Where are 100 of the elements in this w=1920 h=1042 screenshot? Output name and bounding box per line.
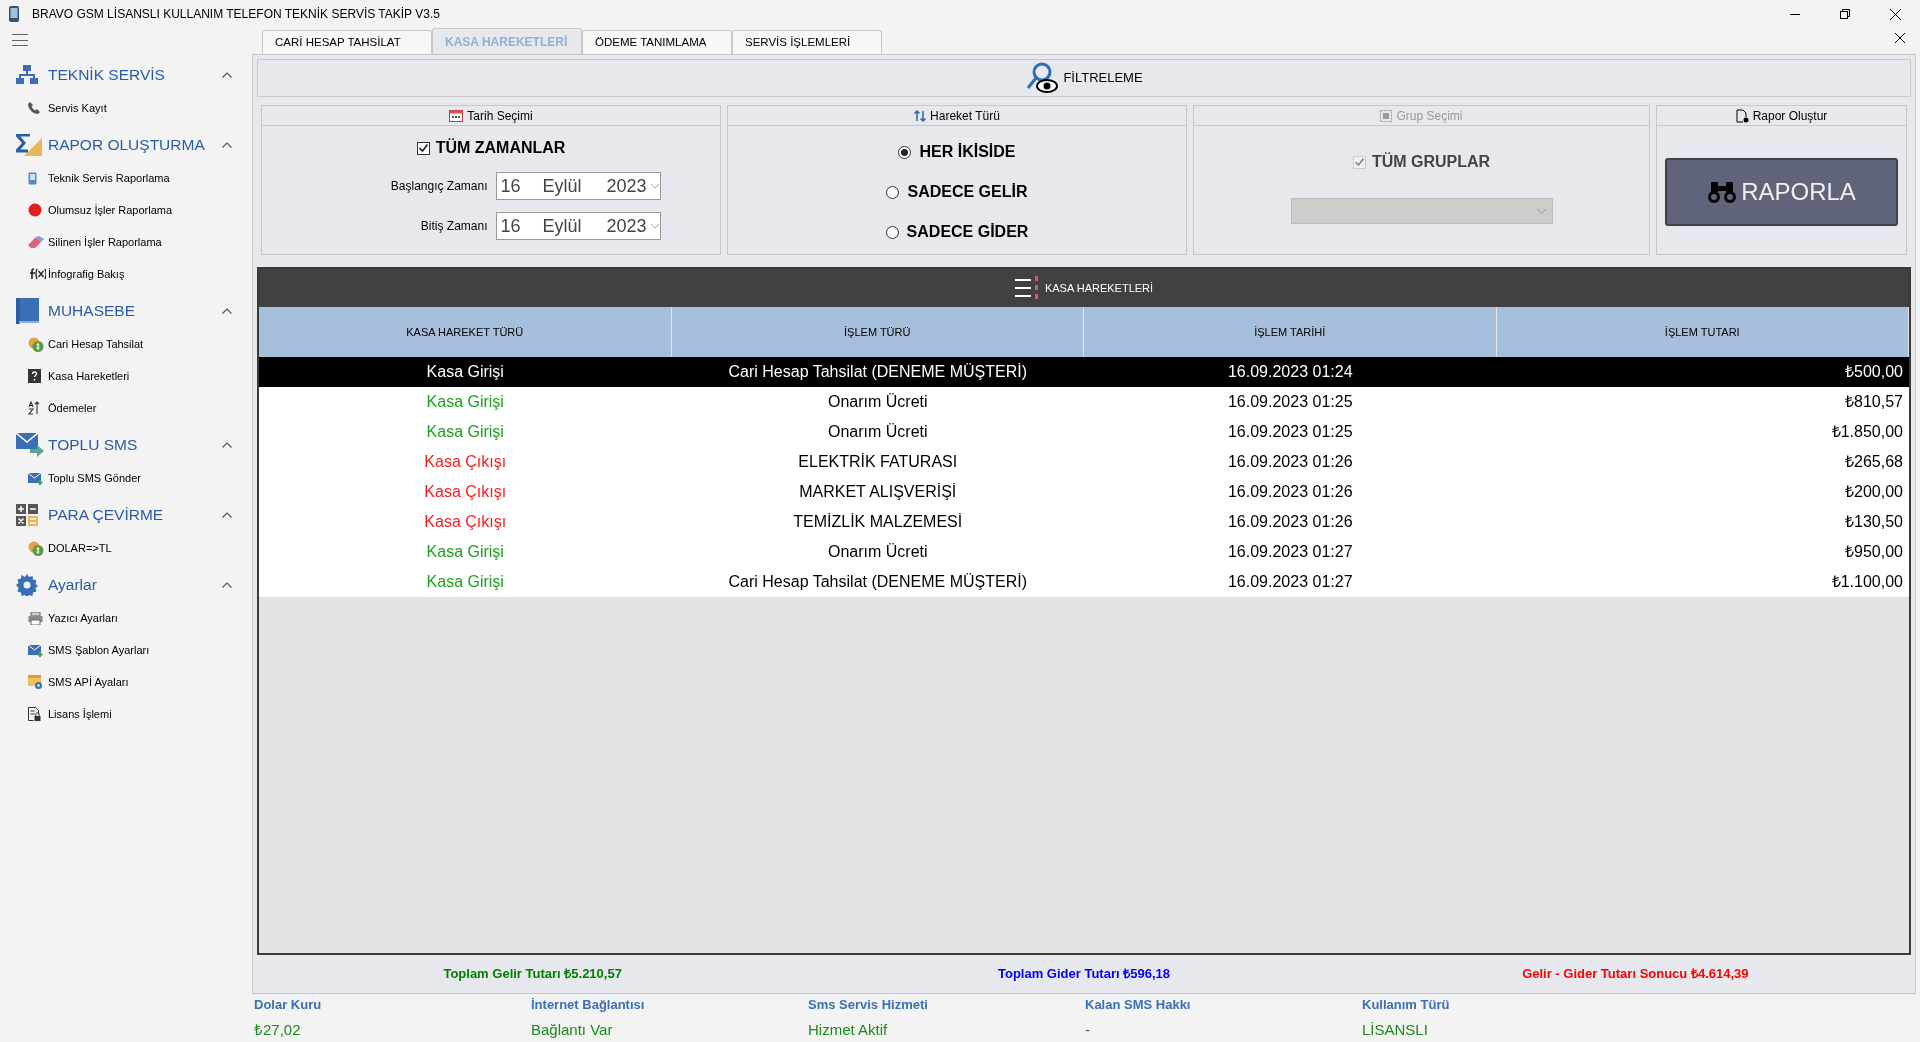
table-row[interactable]: Kasa Girişi Onarım Ücreti 16.09.2023 01:25 ₺1.850,00 — [259, 417, 1909, 447]
tab[interactable]: SERVİS İŞLEMLERİ — [732, 30, 882, 54]
column-header[interactable]: İŞLEM TARİHİ — [1084, 307, 1497, 357]
table-cell-text: ₺200,00 — [1844, 482, 1904, 502]
table-cell-text: 16.09.2023 01:24 — [1226, 362, 1354, 382]
radio-option[interactable]: SADECE GELİR — [886, 180, 1028, 204]
total-text: Toplam Gider Tutarı ₺596,18 — [998, 965, 1170, 984]
sidebar-item[interactable]: Cari Hesap Tahsilat — [0, 328, 252, 360]
sidebar-item[interactable]: Yazıcı Ayarları — [0, 602, 252, 634]
window-title: BRAVO GSM LİSANSLI KULLANIM TELEFON TEKNİK SERVİS TAKİP V3.5 — [32, 6, 440, 23]
sidebar-item[interactable]: Toplu SMS Gönder — [0, 462, 252, 494]
status-label: Kalan SMS Hakkı — [1085, 996, 1191, 1014]
table-cell-text: Kasa Girişi — [425, 422, 505, 442]
table-cell-text: 16.09.2023 01:25 — [1226, 422, 1354, 442]
table-cell-text: 16.09.2023 01:26 — [1226, 452, 1354, 472]
question-book-icon — [28, 369, 41, 383]
sidebar-item[interactable]: Teknik Servis Raporlama — [0, 162, 252, 194]
sidebar-section-header[interactable]: PARA ÇEVİRME — [0, 498, 252, 532]
table-cell-text: ₺1.100,00 — [1830, 572, 1904, 592]
all-times-checkbox[interactable]: TÜM ZAMANLAR — [416, 136, 566, 160]
numbered-list-icon — [1014, 275, 1041, 301]
close-tab-button[interactable] — [1892, 30, 1908, 46]
sort-arrows-icon — [914, 109, 927, 122]
sidebar-item[interactable]: Servis Kayıt — [0, 92, 252, 124]
tab[interactable]: ÖDEME TANIMLAMA — [582, 30, 732, 54]
document-lock-icon — [28, 707, 41, 721]
sidebar-item[interactable]: Lisans İşlemi — [0, 698, 252, 730]
status-value: Hizmet Aktif — [808, 1019, 888, 1040]
sidebar-item[interactable]: SMS APİ Ayaları — [0, 666, 252, 698]
chevron-down-icon — [650, 223, 659, 229]
chevron-down-icon — [1536, 208, 1546, 214]
close-icon — [1889, 8, 1901, 20]
column-header[interactable]: İŞLEM TÜRÜ — [671, 307, 1084, 357]
table-cell-text: 16.09.2023 01:26 — [1226, 482, 1354, 502]
table-row[interactable]: Kasa Girişi Onarım Ücreti 16.09.2023 01:25 ₺810,57 — [259, 387, 1909, 417]
coins-icon — [28, 336, 44, 352]
report-button[interactable]: RAPORLA — [1665, 158, 1898, 226]
date-picker[interactable]: 16 Eylül 2023 — [495, 212, 661, 240]
status-label: Sms Servis Hizmeti — [808, 996, 928, 1014]
group-title: Grup Seçimi — [1396, 107, 1463, 125]
function-icon — [28, 268, 46, 280]
column-header[interactable]: İŞLEM TUTARI — [1496, 307, 1909, 357]
table-cell-text: ₺1.850,00 — [1830, 422, 1904, 442]
date-picker[interactable]: 16 Eylül 2023 — [495, 172, 661, 200]
table-cell-text: 16.09.2023 01:27 — [1226, 572, 1354, 592]
table-cell-text: Kasa Girişi — [425, 392, 505, 412]
table-row[interactable]: Kasa Çıkışı TEMİZLİK MALZEMESİ 16.09.2023 01:26 ₺130,50 — [259, 507, 1909, 537]
status-label: İnternet Bağlantısı — [531, 996, 645, 1014]
sidebar-item[interactable]: İnfografig Bakış — [0, 258, 252, 290]
filter-title: FİLTRELEME — [1063, 69, 1143, 88]
table-row[interactable]: Kasa Girişi Cari Hesap Tahsilat (DENEME MÜŞTERİ) 16.09.2023 01:24 ₺500,00 — [259, 357, 1909, 387]
sidebar-item[interactable]: SMS Şablon Ayarları — [0, 634, 252, 666]
sidebar-section-header[interactable]: RAPOR OLUŞTURMA — [0, 128, 252, 162]
field-label: Başlangıç Zamanı — [389, 178, 488, 195]
table-cell-text: ₺130,50 — [1844, 512, 1904, 532]
close-icon — [1895, 33, 1905, 43]
table-row[interactable]: Kasa Çıkışı MARKET ALIŞVERİŞİ 16.09.2023 01:26 ₺200,00 — [259, 477, 1909, 507]
sidebar-item[interactable]: Kasa Hareketleri — [0, 360, 252, 392]
table-cell-text: ₺950,00 — [1844, 542, 1904, 562]
sidebar-item[interactable]: Ödemeler — [0, 392, 252, 424]
sort-az-icon — [28, 401, 40, 415]
printer-icon — [28, 611, 43, 625]
tab[interactable]: CARİ HESAP TAHSİLAT — [262, 30, 432, 54]
calendar-icon — [449, 109, 464, 122]
minimize-icon — [1790, 13, 1800, 15]
status-label: Kullanım Türü — [1362, 996, 1450, 1014]
table-cell-text: Kasa Girişi — [425, 572, 505, 592]
table-cell-text: ₺810,57 — [1844, 392, 1904, 412]
sidebar-item[interactable]: Olumsuz İşler Raporlama — [0, 194, 252, 226]
network-icon — [16, 65, 38, 85]
table-row[interactable]: Kasa Girişi Onarım Ücreti 16.09.2023 01:27 ₺950,00 — [259, 537, 1909, 567]
mobile-phone-icon — [28, 171, 37, 185]
phone-icon — [28, 102, 40, 114]
table-cell-text: Onarım Ücreti — [826, 422, 929, 442]
table-row[interactable]: Kasa Çıkışı ELEKTRİK FATURASI 16.09.2023 01:26 ₺265,68 — [259, 447, 1909, 477]
sidebar-section-header[interactable]: TOPLU SMS — [0, 428, 252, 462]
envelope-icon — [28, 471, 44, 485]
window-gear-icon — [28, 675, 43, 689]
envelope-arrow-icon — [16, 433, 44, 457]
table-row[interactable]: Kasa Girişi Cari Hesap Tahsilat (DENEME MÜŞTERİ) 16.09.2023 01:27 ₺1.100,00 — [259, 567, 1909, 597]
column-header[interactable]: KASA HAREKET TÜRÜ — [259, 307, 672, 357]
table-title: KASA HAREKETLERİ — [1044, 280, 1154, 296]
dot-icon — [28, 203, 42, 217]
sidebar-item[interactable]: DOLAR=>TL — [0, 532, 252, 564]
group-title: Tarih Seçimi — [467, 107, 533, 125]
table-cell-text: Cari Hesap Tahsilat (DENEME MÜŞTERİ) — [727, 572, 1028, 592]
table-cell-text: 16.09.2023 01:26 — [1226, 512, 1354, 532]
sidebar-section-header[interactable]: TEKNİK SERVİS — [0, 58, 252, 92]
sidebar-section-header[interactable]: MUHASEBE — [0, 294, 252, 328]
sidebar-item[interactable]: Silinen İşler Raporlama — [0, 226, 252, 258]
sidebar-section-header[interactable]: Ayarlar — [0, 568, 252, 602]
table-cell-text: Kasa Çıkışı — [423, 512, 508, 532]
status-label: Dolar Kuru — [254, 996, 322, 1014]
menu-button[interactable] — [12, 34, 28, 46]
table-cell-text: Kasa Çıkışı — [423, 452, 508, 472]
radio-option[interactable]: SADECE GİDER — [885, 220, 1029, 244]
coins-icon — [28, 540, 44, 556]
book-icon — [16, 298, 40, 324]
table-cell-text: MARKET ALIŞVERİŞİ — [798, 482, 958, 502]
radio-option[interactable]: HER İKİSİDE — [898, 140, 1016, 164]
